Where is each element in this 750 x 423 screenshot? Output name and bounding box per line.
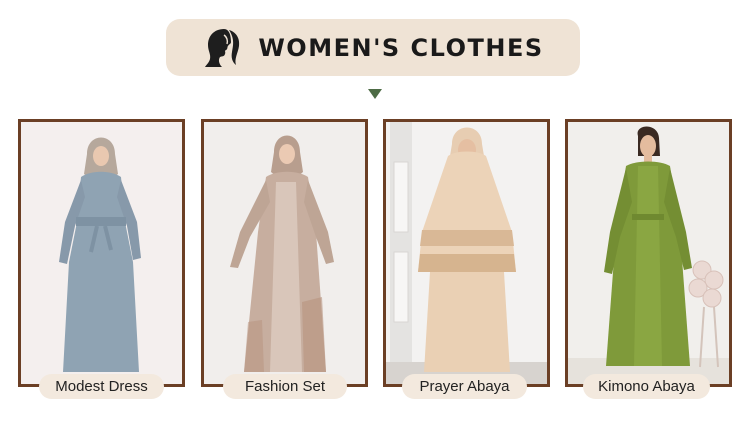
product-card-kimono-abaya[interactable] [565,119,732,387]
page-title: WOMEN'S CLOTHES [258,33,544,62]
product-label-modest-dress[interactable]: Modest Dress [39,374,164,399]
product-image-kimono-abaya [568,122,729,384]
product-label-prayer-abaya[interactable]: Prayer Abaya [402,374,527,399]
product-image-prayer-abaya [386,122,547,384]
product-card-modest-dress[interactable] [18,119,185,387]
product-card-fashion-set[interactable] [201,119,368,387]
product-label-fashion-set[interactable]: Fashion Set [223,374,347,399]
product-label-kimono-abaya[interactable]: Kimono Abaya [583,374,710,399]
product-card-prayer-abaya[interactable] [383,119,550,387]
product-image-modest-dress [21,122,182,384]
woman-silhouette-icon [205,28,240,67]
category-banner: WOMEN'S CLOTHES [166,19,580,76]
down-arrow-icon [368,89,382,99]
product-image-fashion-set [204,122,365,384]
